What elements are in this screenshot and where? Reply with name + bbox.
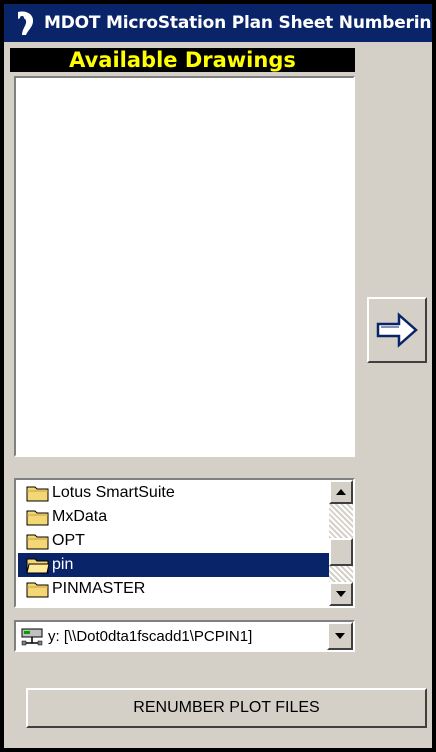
folder-item[interactable]: MxData	[18, 505, 329, 529]
drive-select-value: y: [\\Dot0dta1fscadd1\PCPIN1]	[48, 627, 253, 645]
folder-item-label: PINMASTER	[52, 580, 146, 597]
renumber-plot-files-button[interactable]: RENUMBER PLOT FILES	[26, 688, 427, 728]
drive-select[interactable]: y: [\\Dot0dta1fscadd1\PCPIN1]	[14, 620, 355, 652]
scroll-up-button[interactable]	[329, 480, 353, 504]
folder-icon	[26, 582, 49, 598]
folder-item[interactable]: PINMASTER	[18, 577, 329, 601]
right-arrow-icon	[376, 312, 418, 348]
triangle-up-icon	[336, 489, 346, 495]
scroll-thumb[interactable]	[329, 538, 353, 566]
network-drive-icon	[21, 628, 43, 646]
available-drawings-header: Available Drawings	[10, 48, 355, 72]
title-bar[interactable]: MDOT MicroStation Plan Sheet Numbering	[4, 4, 432, 42]
folder-item-label: OPT	[52, 532, 85, 549]
open-folder-icon	[26, 558, 50, 574]
folder-item[interactable]: OPT	[18, 529, 329, 553]
move-right-button[interactable]	[367, 297, 427, 363]
folder-item-label: MxData	[52, 508, 108, 525]
scroll-down-button[interactable]	[329, 582, 353, 606]
folder-icon	[26, 510, 49, 526]
folder-icon	[26, 486, 49, 502]
folder-list-scrollbar[interactable]	[329, 480, 353, 606]
triangle-down-icon	[336, 591, 346, 597]
dialog-window: MDOT MicroStation Plan Sheet Numbering A…	[0, 0, 436, 752]
window-title: MDOT MicroStation Plan Sheet Numbering	[44, 13, 432, 33]
folder-item-label: pin	[52, 556, 74, 573]
available-drawings-list[interactable]	[14, 76, 355, 457]
chevron-down-icon	[335, 633, 345, 639]
folder-item-selected[interactable]: pin	[18, 553, 329, 577]
folder-icon	[26, 534, 49, 550]
drive-dropdown-button[interactable]	[327, 622, 353, 650]
folder-item[interactable]: Lotus SmartSuite	[18, 481, 329, 505]
folder-list[interactable]: Lotus SmartSuite MxData OPT pin PINMASTE…	[14, 478, 355, 608]
folder-item-label: Lotus SmartSuite	[52, 484, 175, 501]
app-icon	[11, 9, 39, 37]
